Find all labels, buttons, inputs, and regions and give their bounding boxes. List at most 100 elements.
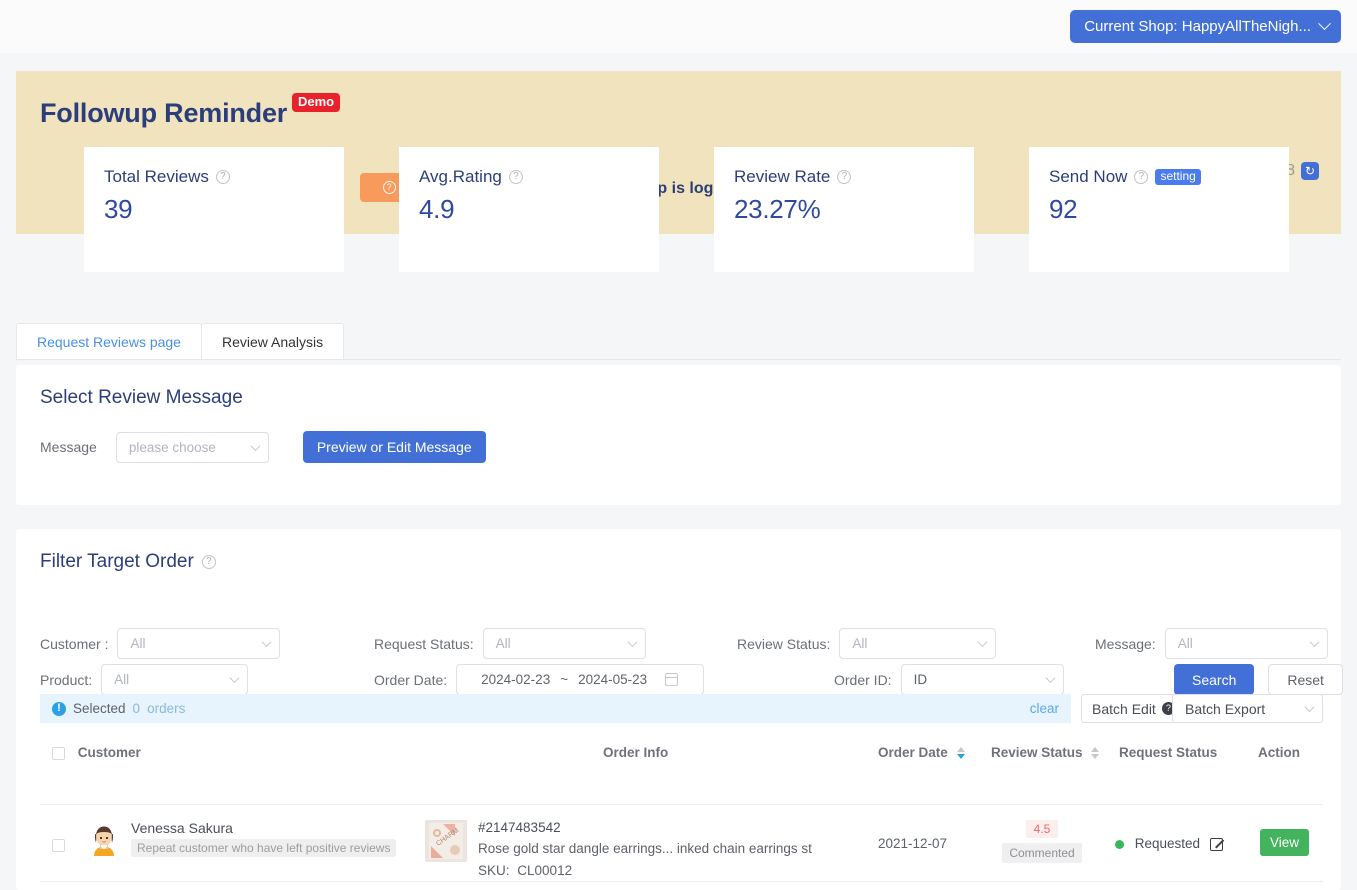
chevron-down-icon	[1045, 673, 1055, 683]
stat-label-row: Review Rate ?	[734, 167, 974, 187]
chevron-down-icon	[978, 637, 988, 647]
order-id-select[interactable]: ID	[901, 664, 1064, 695]
product-label: Product:	[40, 672, 92, 688]
select-all-checkbox[interactable]	[52, 747, 65, 760]
customer-select-value: All	[130, 636, 145, 651]
filter-message: Message: All	[1095, 628, 1328, 659]
customer-info: Venessa Sakura Repeat customer who have …	[131, 820, 396, 857]
review-status-select[interactable]: All	[839, 628, 996, 659]
stat-value: 39	[104, 194, 344, 225]
product-title: Rose gold star dangle earrings... inked …	[478, 841, 812, 856]
filter-request-status: Request Status: All	[374, 628, 646, 659]
shop-selector[interactable]: Current Shop: HappyAllTheNigh...	[1070, 10, 1341, 43]
stat-card-group: Total Reviews ? 39 Avg.Rating ? 4.9 Revi…	[84, 147, 1300, 272]
chevron-down-icon	[1318, 17, 1331, 30]
row-checkbox[interactable]	[52, 839, 65, 852]
request-status-text: Requested	[1135, 836, 1200, 851]
column-header-action: Action	[1258, 745, 1300, 760]
review-status-select-value: All	[852, 636, 867, 651]
message-field-label: Message	[40, 439, 97, 455]
sort-icon[interactable]	[957, 747, 965, 759]
chevron-down-icon	[230, 673, 240, 683]
preview-or-edit-message-button[interactable]: Preview or Edit Message	[303, 431, 486, 463]
sort-icon[interactable]	[1091, 747, 1099, 759]
selected-suffix: orders	[147, 701, 185, 716]
edit-icon[interactable]	[1210, 838, 1223, 851]
tab-review-analysis[interactable]: Review Analysis	[201, 323, 344, 359]
review-status-label: Review Status:	[737, 636, 830, 652]
column-header-customer: Customer	[78, 745, 141, 760]
column-header-review-status[interactable]: Review Status	[991, 745, 1099, 760]
filter-actions: Search Reset	[1174, 664, 1343, 695]
stat-card-review-rate: Review Rate ? 23.27%	[714, 147, 974, 272]
hero-banner: Followup Reminder Demo ? Help ◎ (Tip: Ma…	[16, 71, 1341, 234]
help-icon[interactable]: ?	[216, 170, 230, 184]
clear-selection-link[interactable]: clear	[1030, 701, 1059, 716]
review-status-cell: 4.5 Commented	[992, 820, 1092, 863]
panel-title-text: Filter Target Order	[40, 551, 194, 573]
message-select[interactable]: please choose	[116, 432, 269, 463]
filter-product: Product: All	[40, 664, 248, 695]
tab-request-reviews-page[interactable]: Request Reviews page	[16, 323, 202, 359]
stat-card-avg-rating: Avg.Rating ? 4.9	[399, 147, 659, 272]
column-header-order-info: Order Info	[603, 745, 668, 760]
panel-title-text: Select Review Message	[40, 387, 243, 409]
tab-label: Review Analysis	[222, 334, 323, 350]
batch-export-select[interactable]: Batch Export	[1172, 694, 1323, 723]
help-icon[interactable]: ?	[1134, 170, 1148, 184]
selected-count: 0	[133, 701, 141, 716]
filter-review-status: Review Status: All	[737, 628, 996, 659]
action-cell: View	[1260, 829, 1309, 856]
message-filter-value: All	[1178, 636, 1193, 651]
customer-select[interactable]: All	[117, 628, 280, 659]
row-checkbox-cell	[52, 837, 65, 852]
stat-label-row: Total Reviews ?	[104, 167, 344, 187]
order-date-start: 2024-02-23	[481, 672, 550, 687]
order-info-cell: CHARM #2147483542 Rose gold star dangle …	[425, 820, 812, 878]
customer-name: Venessa Sakura	[131, 820, 396, 836]
product-select-value: All	[114, 672, 129, 687]
request-status-select[interactable]: All	[483, 628, 646, 659]
tab-label: Request Reviews page	[37, 334, 181, 350]
filter-fields: Customer : All Request Status: All Revie…	[16, 573, 1341, 673]
stat-value: 92	[1049, 194, 1289, 225]
chevron-down-icon	[1305, 702, 1315, 712]
order-id-value: ID	[914, 672, 928, 687]
view-button[interactable]: View	[1260, 829, 1309, 856]
message-select-value: please choose	[129, 440, 216, 455]
setting-badge[interactable]: setting	[1155, 169, 1200, 185]
sku-value: CL00012	[517, 863, 572, 878]
column-header-request-status: Request Status	[1119, 745, 1217, 760]
filter-order-id: Order ID: ID	[834, 664, 1064, 695]
stat-label-row: Send Now ? setting	[1049, 167, 1289, 187]
stat-label: Total Reviews	[104, 167, 209, 187]
sku-line: SKU: CL00012	[478, 863, 812, 878]
filter-order-date: Order Date: 2024-02-23 ~ 2024-05-23	[374, 664, 704, 695]
top-bar: Current Shop: HappyAllTheNigh...	[0, 0, 1357, 53]
stat-value: 23.27%	[734, 194, 974, 225]
select-review-message-panel: Select Review Message Message please cho…	[16, 365, 1341, 505]
help-icon[interactable]: ?	[837, 170, 851, 184]
refresh-icon[interactable]: ↻	[1301, 162, 1319, 180]
selected-orders-bar: ! Selected 0 orders clear	[40, 694, 1071, 723]
order-date-range-picker[interactable]: 2024-02-23 ~ 2024-05-23	[456, 664, 704, 695]
selected-prefix: Selected	[73, 701, 126, 716]
panel-title: Select Review Message	[16, 365, 1341, 409]
review-state-badge: Commented	[1002, 843, 1081, 863]
help-icon[interactable]: ?	[509, 170, 523, 184]
batch-edit-label: Batch Edit	[1092, 701, 1156, 717]
stat-label: Avg.Rating	[419, 167, 502, 187]
order-date-label: Order Date:	[374, 672, 447, 688]
product-select[interactable]: All	[101, 664, 248, 695]
stat-label-row: Avg.Rating ?	[419, 167, 659, 187]
message-filter-select[interactable]: All	[1165, 628, 1328, 659]
table-header: Customer Order Info Order Date Review St…	[40, 735, 1323, 805]
search-button[interactable]: Search	[1174, 664, 1254, 695]
batch-edit-button[interactable]: Batch Edit ?	[1081, 694, 1186, 723]
stat-label: Send Now	[1049, 167, 1127, 187]
column-header-order-date[interactable]: Order Date	[878, 745, 965, 760]
reset-button[interactable]: Reset	[1268, 664, 1343, 695]
help-icon[interactable]: ?	[202, 555, 216, 569]
stat-value: 4.9	[419, 194, 659, 225]
customer-tag: Repeat customer who have left positive r…	[131, 839, 396, 857]
